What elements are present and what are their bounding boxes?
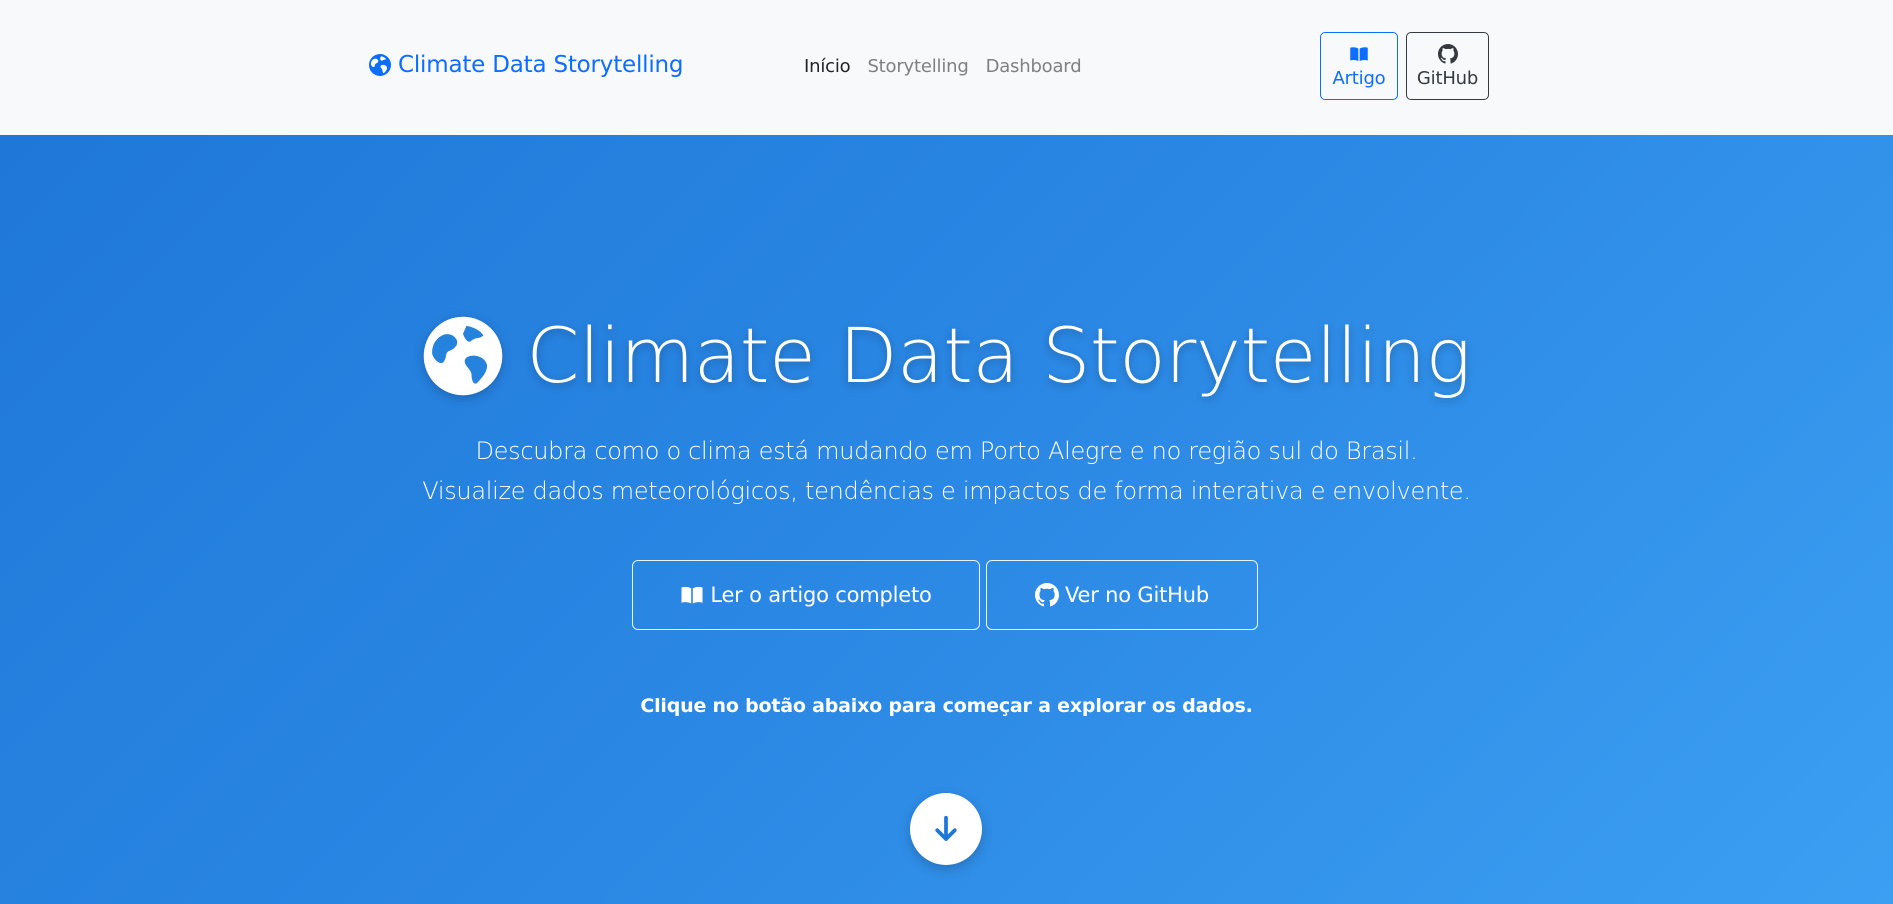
hero-title-text: Climate Data Storytelling [526,311,1471,400]
nav-link-storytelling[interactable]: Storytelling [867,56,968,77]
hero-subtitle-line2: Visualize dados meteorológicos, tendênci… [422,477,1471,505]
hero-cta-text: Clique no botão abaixo para começar a ex… [640,695,1253,717]
hero-subtitle-line1: Descubra como o clima está mudando em Po… [475,437,1418,465]
view-github-label: Ver no GitHub [1065,583,1209,607]
read-article-button[interactable]: Ler o artigo completo [632,560,980,630]
globe-icon [369,54,391,76]
hero-title: Climate Data Storytelling [0,315,1893,397]
hero-buttons: Ler o artigo completo Ver no GitHub [632,560,1258,630]
read-article-label: Ler o artigo completo [710,583,932,607]
navbar: Climate Data Storytelling Início Storyte… [0,0,1893,135]
github-button[interactable]: GitHub [1406,32,1489,100]
nav-link-dashboard[interactable]: Dashboard [986,56,1082,77]
github-icon [1437,43,1458,64]
arrow-down-icon [935,815,957,841]
github-label: GitHub [1416,67,1479,89]
nav-links: Início Storytelling Dashboard [804,56,1082,77]
hero-subtitle: Descubra como o clima está mudando em Po… [0,431,1893,511]
scroll-down-button[interactable] [910,793,982,865]
artigo-label: Artigo [1332,67,1386,89]
book-open-icon [681,586,703,604]
artigo-button[interactable]: Artigo [1320,32,1398,100]
nav-link-inicio[interactable]: Início [804,56,851,77]
github-icon [1035,583,1059,607]
brand-link[interactable]: Climate Data Storytelling [368,52,684,78]
hero-section: Climate Data Storytelling Descubra como … [0,135,1893,904]
book-open-icon [1350,46,1368,61]
globe-icon [424,316,503,396]
brand-text: Climate Data Storytelling [398,52,684,78]
view-github-button[interactable]: Ver no GitHub [986,560,1258,630]
